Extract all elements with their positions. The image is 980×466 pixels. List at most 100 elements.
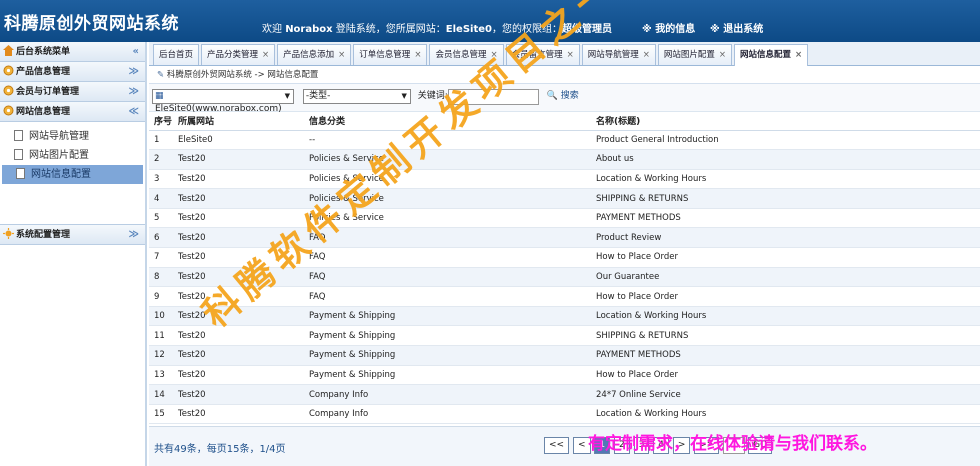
- sidebar-menu-header[interactable]: 后台系统菜单 «: [0, 42, 145, 62]
- chevron-down-icon: ≫: [128, 86, 139, 97]
- cell-title: Location & Working Hours: [591, 404, 980, 425]
- table-row[interactable]: 12 Test20 Payment & Shipping PAYMENT METHOD…: [149, 345, 980, 366]
- sidebar-section-site-info[interactable]: 网站信息管理 ≪: [0, 102, 145, 122]
- sidebar-section-products[interactable]: 产品信息管理 ≫: [0, 62, 145, 82]
- table-row[interactable]: 6 Test20 FAQ Product Review: [149, 227, 980, 249]
- sidebar-section-members[interactable]: 会员与订单管理 ≫: [0, 82, 145, 102]
- table-row[interactable]: 13 Test20 Payment & Shipping How to Place O…: [149, 365, 980, 386]
- user-role: 超级管理员: [561, 24, 612, 35]
- cell-index: 5: [149, 208, 173, 229]
- cell-category: FAQ: [304, 267, 591, 288]
- table-row[interactable]: 11 Test20 Payment & Shipping SHIPPING & RET…: [149, 325, 980, 347]
- cell-index: 14: [149, 384, 173, 405]
- keyword-input[interactable]: [447, 89, 539, 105]
- record-count: 共有49条，每页15条，1/4页: [154, 444, 286, 455]
- close-icon[interactable]: ×: [338, 50, 345, 60]
- cell-index: 15: [149, 404, 173, 425]
- table-row[interactable]: 15 Test20 Company Info Location & Working H…: [149, 404, 980, 425]
- cell-title: PAYMENT METHODS: [591, 345, 980, 366]
- house-icon: [3, 44, 14, 56]
- tab-product-add[interactable]: 产品信息添加 ×: [277, 44, 352, 65]
- col-title: 名称(标题): [591, 112, 980, 131]
- cell-title: 24*7 Online Service: [591, 384, 980, 405]
- cell-site: Test20: [173, 169, 304, 190]
- cell-site: Test20: [173, 286, 304, 307]
- cell-title: How to Place Order: [591, 286, 980, 307]
- tab-site-info[interactable]: 网站信息配置 ×: [734, 44, 809, 66]
- site-select[interactable]: ▦ EleSite0(www.norabox.com) ▼: [152, 89, 294, 114]
- cell-category: Policies & Service: [304, 149, 591, 170]
- chevron-down-icon: ≫: [128, 66, 139, 77]
- cell-title: SHIPPING & RETURNS: [591, 325, 980, 347]
- tab-members[interactable]: 会员信息管理 ×: [429, 44, 504, 65]
- gear-icon: [3, 84, 14, 96]
- cell-site: Test20: [173, 267, 304, 288]
- tab-site-nav[interactable]: 网站导航管理 ×: [581, 44, 656, 65]
- cell-title: Product Review: [591, 227, 980, 249]
- cell-site: Test20: [173, 149, 304, 170]
- sidebar-submenu: 网站导航管理 网站图片配置 网站信息配置: [0, 122, 145, 225]
- cell-title: How to Place Order: [591, 365, 980, 386]
- document-icon: [14, 149, 23, 160]
- cell-index: 10: [149, 306, 173, 327]
- cell-title: About us: [591, 149, 980, 170]
- tab-orders[interactable]: 订单信息管理 ×: [353, 44, 428, 65]
- sidebar-item-site-info[interactable]: 网站信息配置: [2, 165, 143, 184]
- keyword-label: 关键词:: [417, 91, 448, 101]
- cell-category: Payment & Shipping: [304, 345, 591, 366]
- close-icon[interactable]: ×: [490, 50, 497, 60]
- type-select[interactable]: -类型- ▼: [302, 89, 411, 104]
- close-icon[interactable]: ×: [414, 50, 421, 60]
- table-row[interactable]: 10 Test20 Payment & Shipping Location & Wor…: [149, 306, 980, 327]
- table-row[interactable]: 5 Test20 Policies & Service PAYMENT METHODS: [149, 208, 980, 229]
- cell-index: 3: [149, 169, 173, 190]
- cell-category: --: [304, 130, 591, 151]
- close-icon[interactable]: ×: [719, 50, 726, 60]
- sidebar-item-images[interactable]: 网站图片配置: [0, 146, 145, 165]
- close-icon[interactable]: ×: [262, 50, 269, 60]
- search-button[interactable]: 🔍 搜索: [547, 89, 579, 104]
- cell-index: 11: [149, 325, 173, 347]
- dropdown-arrow-icon: ▼: [284, 92, 290, 100]
- cell-site: Test20: [173, 188, 304, 209]
- cell-category: FAQ: [304, 286, 591, 307]
- cell-category: Policies & Service: [304, 169, 591, 190]
- table-row[interactable]: 4 Test20 Policies & Service SHIPPING & RETU…: [149, 188, 980, 209]
- close-icon[interactable]: ×: [643, 50, 650, 60]
- my-info-link[interactable]: ※ 我的信息: [642, 20, 695, 35]
- first-page-button[interactable]: <<: [544, 437, 570, 454]
- table-row[interactable]: 9 Test20 FAQ How to Place Order: [149, 286, 980, 307]
- cell-index: 4: [149, 188, 173, 209]
- tab-site-images[interactable]: 网站图片配置 ×: [657, 44, 732, 65]
- table-row[interactable]: 2 Test20 Policies & Service About us: [149, 149, 980, 170]
- cell-index: 9: [149, 286, 173, 307]
- table-row[interactable]: 1 EleSite0 -- Product General Introduction: [149, 130, 980, 151]
- document-icon: [16, 168, 25, 179]
- document-icon: [14, 130, 23, 141]
- tab-product-category[interactable]: 产品分类管理 ×: [201, 44, 276, 65]
- sidebar-item-nav[interactable]: 网站导航管理: [0, 127, 145, 146]
- table-row[interactable]: 3 Test20 Policies & Service Location & Work…: [149, 169, 980, 190]
- close-icon[interactable]: ×: [567, 50, 574, 60]
- tab-bar: 后台首页 产品分类管理 × 产品信息添加 × 订单信息管理 × 会员信息管理 × 会员留…: [149, 42, 980, 66]
- tab-messages[interactable]: 会员留言管理 ×: [505, 44, 580, 65]
- sidebar: 后台系统菜单 « 产品信息管理 ≫ 会员与订单管理 ≫ 网站信息管理 ≪ 网站导…: [0, 42, 147, 466]
- sidebar-section-system[interactable]: 系统配置管理 ≫: [0, 225, 145, 245]
- collapse-icon[interactable]: «: [133, 42, 139, 62]
- table-row[interactable]: 7 Test20 FAQ How to Place Order: [149, 247, 980, 268]
- cell-index: 2: [149, 149, 173, 170]
- logout-link[interactable]: ※ 退出系统: [710, 20, 763, 35]
- current-site: EleSite0: [445, 24, 492, 35]
- cell-index: 13: [149, 365, 173, 386]
- close-icon[interactable]: ×: [795, 50, 802, 60]
- table-row[interactable]: 8 Test20 FAQ Our Guarantee: [149, 267, 980, 288]
- cell-site: Test20: [173, 306, 304, 327]
- cell-site: Test20: [173, 384, 304, 405]
- chevron-up-icon: ≪: [128, 106, 139, 117]
- cell-site: EleSite0: [173, 130, 304, 151]
- table-row[interactable]: 14 Test20 Company Info 24*7 Online Service: [149, 384, 980, 405]
- tab-home[interactable]: 后台首页: [153, 44, 200, 65]
- cell-site: Test20: [173, 365, 304, 386]
- cell-site: Test20: [173, 345, 304, 366]
- cell-title: Product General Introduction: [591, 130, 980, 151]
